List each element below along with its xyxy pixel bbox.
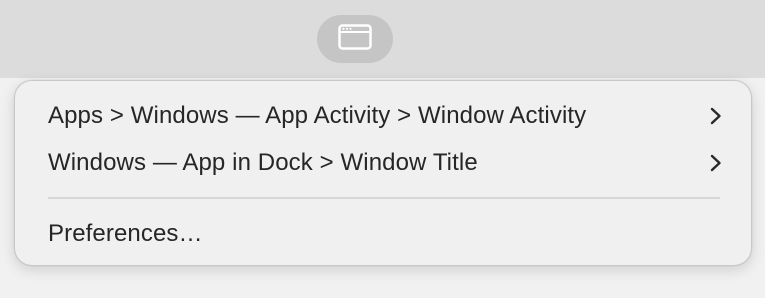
- menu-item-window-title[interactable]: Windows — App in Dock > Window Title: [33, 141, 735, 185]
- menu-bar: [0, 0, 765, 78]
- menu-item-preferences[interactable]: Preferences…: [33, 212, 735, 256]
- menubar-extra-button[interactable]: [317, 15, 393, 63]
- menu-item-label: Apps > Windows — App Activity > Window A…: [48, 102, 587, 129]
- window-icon: [338, 23, 372, 55]
- menu-item-label: Windows — App in Dock > Window Title: [48, 149, 478, 176]
- menu-item-app-activity[interactable]: Apps > Windows — App Activity > Window A…: [33, 94, 735, 138]
- menu-separator: [48, 197, 720, 199]
- chevron-right-icon: [709, 153, 723, 173]
- chevron-right-icon: [709, 106, 723, 126]
- dropdown-menu: Apps > Windows — App Activity > Window A…: [14, 80, 752, 266]
- menu-item-label: Preferences…: [48, 220, 203, 247]
